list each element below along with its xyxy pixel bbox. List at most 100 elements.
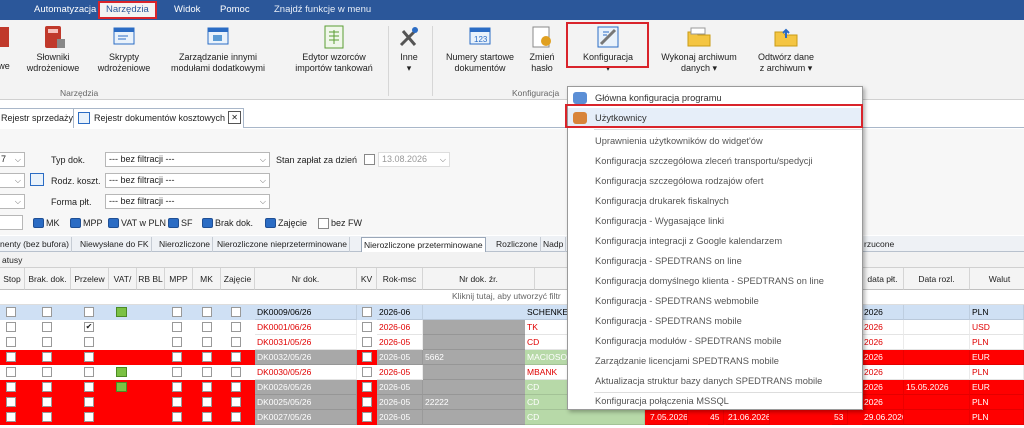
ribbon-button-slowniki[interactable]: Słowniki wdrożeniowe	[20, 24, 86, 74]
close-icon[interactable]: ✕	[228, 111, 242, 124]
row-checkbox[interactable]	[202, 307, 212, 317]
table-row[interactable]: DK0032/05/26 2026-05 5662 MACIOSO 2026 EUR	[0, 350, 1024, 365]
column-header[interactable]: Nr dok.	[255, 268, 357, 290]
column-header[interactable]: Nr dok. źr.	[423, 268, 535, 290]
subtab-odrzucone[interactable]: rzucone	[862, 237, 896, 252]
row-checkbox[interactable]	[6, 397, 16, 407]
row-checkbox[interactable]	[6, 322, 16, 332]
column-header[interactable]: Walut	[970, 268, 1024, 290]
row-checkbox[interactable]	[6, 367, 16, 377]
subtab-dokumenty[interactable]: nenty (bez bufora)	[0, 237, 72, 252]
row-checkbox[interactable]	[202, 397, 212, 407]
sf-toggle[interactable]	[168, 218, 179, 228]
column-header[interactable]: MK	[193, 268, 221, 290]
rodz-koszt-select[interactable]: --- bez filtracji --- ⌵	[105, 173, 270, 188]
row-checkbox[interactable]	[231, 352, 241, 362]
calendar-icon[interactable]	[30, 173, 44, 186]
column-header[interactable]: Stop	[0, 268, 25, 290]
row-checkbox[interactable]	[84, 382, 94, 392]
stan-zaplat-checkbox[interactable]	[364, 154, 375, 165]
column-header[interactable]: Zajęcie	[221, 268, 255, 290]
row-checkbox[interactable]	[42, 307, 52, 317]
period2-select[interactable]: ⌵	[0, 194, 25, 209]
row-checkbox[interactable]	[6, 307, 16, 317]
row-checkbox[interactable]	[6, 382, 16, 392]
stan-zaplat-date[interactable]: 13.08.2026 ⌵	[378, 152, 450, 167]
subtab-rozliczone[interactable]: Rozliczone	[494, 237, 541, 252]
menu-item[interactable]: Konfiguracja szczegółowa zleceń transpor…	[568, 151, 862, 171]
row-checkbox[interactable]	[172, 397, 182, 407]
row-checkbox[interactable]	[172, 352, 182, 362]
menu-item[interactable]: Konfiguracja szczegółowa rodzajów ofert	[568, 171, 862, 191]
menu-item[interactable]: Aktualizacja struktur bazy danych SPEDTR…	[568, 371, 862, 391]
row-checkbox[interactable]	[6, 412, 16, 422]
row-checkbox[interactable]	[231, 322, 241, 332]
menu-narzedzia[interactable]: Narzędzia	[98, 1, 157, 19]
table-row[interactable]: DK0031/05/26 2026-05 CD 2026 PLN	[0, 335, 1024, 350]
menu-widok[interactable]: Widok	[168, 2, 206, 18]
menu-item[interactable]: Konfiguracja połączenia MSSQL	[568, 391, 862, 411]
menu-item[interactable]: Konfiguracja modułów - SPEDTRANS mobile	[568, 331, 862, 351]
kv-checkbox[interactable]	[362, 382, 372, 392]
row-checkbox[interactable]	[231, 382, 241, 392]
row-checkbox[interactable]	[172, 337, 182, 347]
typ-dok-select[interactable]: --- bez filtracji --- ⌵	[105, 152, 270, 167]
row-checkbox[interactable]	[84, 337, 94, 347]
row-checkbox[interactable]: ✔	[84, 322, 94, 332]
row-checkbox[interactable]	[231, 367, 241, 377]
row-checkbox[interactable]	[172, 307, 182, 317]
row-checkbox[interactable]	[231, 412, 241, 422]
ribbon-button-wykonaj-archiwum[interactable]: Wykonaj archiwum danych ▾	[656, 24, 742, 74]
ribbon-button-edytor-wzorcow[interactable]: Edytor wzorców importów tankowań	[286, 24, 382, 74]
column-header[interactable]: KV	[357, 268, 377, 290]
year-select[interactable]: 7 ⌵	[0, 152, 25, 167]
row-checkbox[interactable]	[6, 352, 16, 362]
column-header[interactable]: RB BL	[137, 268, 165, 290]
menu-item[interactable]: Konfiguracja drukarek fiskalnych	[568, 191, 862, 211]
column-header[interactable]: Brak. dok.	[25, 268, 71, 290]
table-row[interactable]: DK0025/05/26 2026-05 22222 CD 2026 PLN	[0, 395, 1024, 410]
menu-item[interactable]: Konfiguracja integracji z Google kalenda…	[568, 231, 862, 251]
ribbon-button-moduly[interactable]: Zarządzanie innymi modułami dodatkowymi	[162, 24, 274, 74]
ribbon-button-zmien-haslo[interactable]: Zmień hasło	[526, 24, 558, 74]
row-checkbox[interactable]	[172, 382, 182, 392]
kv-checkbox[interactable]	[362, 397, 372, 407]
forma-plt-select[interactable]: --- bez filtracji --- ⌵	[105, 194, 270, 209]
row-checkbox[interactable]	[42, 322, 52, 332]
tab-rejestr-sprzedazy[interactable]: Rejestr sprzedaży	[0, 108, 79, 128]
row-checkbox[interactable]	[202, 337, 212, 347]
kv-checkbox[interactable]	[362, 307, 372, 317]
vat-pln-toggle[interactable]	[108, 218, 119, 228]
zajecie-toggle[interactable]	[265, 218, 276, 228]
ribbon-button-odtworz-dane[interactable]: Odtwórz dane z archiwum ▾	[750, 24, 822, 74]
menu-item[interactable]: Konfiguracja - SPEDTRANS webmobile	[568, 291, 862, 311]
row-checkbox[interactable]	[42, 367, 52, 377]
filter-row[interactable]: Kliknij tutaj, aby utworzyć filtr	[0, 290, 1024, 305]
row-checkbox[interactable]	[84, 307, 94, 317]
row-checkbox[interactable]	[6, 337, 16, 347]
menu-automatyzacja[interactable]: Automatyzacja	[28, 2, 102, 18]
kv-checkbox[interactable]	[362, 412, 372, 422]
subtab-przeterminowane[interactable]: Nierozliczone przeterminowane	[361, 237, 486, 252]
subtab-nieprzeterminowane[interactable]: Nierozliczone nieprzeterminowane	[215, 237, 350, 252]
kv-checkbox[interactable]	[362, 337, 372, 347]
row-checkbox[interactable]	[84, 412, 94, 422]
row-checkbox[interactable]	[84, 397, 94, 407]
column-header[interactable]: VAT/	[109, 268, 137, 290]
row-checkbox[interactable]	[231, 337, 241, 347]
row-checkbox[interactable]	[231, 397, 241, 407]
table-row[interactable]: DK0030/05/26 2026-05 MBANK 2026 PLN	[0, 365, 1024, 380]
column-header[interactable]: Data rozl.	[904, 268, 970, 290]
ribbon-button-inne[interactable]: Inne ▾	[392, 24, 426, 74]
row-checkbox[interactable]	[231, 307, 241, 317]
row-checkbox[interactable]	[202, 412, 212, 422]
menu-item[interactable]: Konfiguracja domyślnego klienta - SPEDTR…	[568, 271, 862, 291]
row-checkbox[interactable]	[202, 367, 212, 377]
table-row[interactable]: DK0027/05/26 2026-05 CD 29.06.2026 PLN 7.05.2…	[0, 410, 1024, 425]
column-header[interactable]: data płt.	[862, 268, 904, 290]
brak-dok-toggle[interactable]	[202, 218, 213, 228]
menu-item[interactable]: Konfiguracja - Wygasające linki	[568, 211, 862, 231]
row-checkbox[interactable]	[42, 352, 52, 362]
row-checkbox[interactable]	[42, 412, 52, 422]
row-checkbox[interactable]	[202, 382, 212, 392]
